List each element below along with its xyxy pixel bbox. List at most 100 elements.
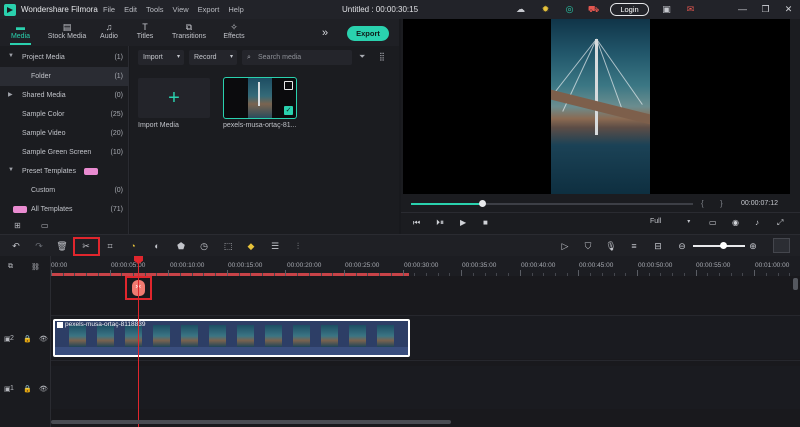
menu-export[interactable]: Export	[198, 5, 220, 14]
eye-icon[interactable]: 👁	[39, 335, 48, 343]
sidebar-item-sample-green-screen[interactable]: Sample Green Screen (10)	[0, 143, 129, 162]
sidebar-item-project-media[interactable]: ▼ Project Media (1)	[0, 48, 129, 67]
marker-icon[interactable]: ⛉	[582, 240, 594, 252]
snapshot-icon[interactable]: ◉	[732, 218, 739, 227]
save-icon[interactable]: ▣	[660, 3, 673, 16]
clip-frame-thumbnail	[237, 325, 254, 347]
play-icon[interactable]: ▶	[460, 218, 466, 227]
tab-stock-media[interactable]: ▤ Stock Media	[43, 19, 91, 46]
ruler-subtick	[707, 273, 709, 276]
speed-icon[interactable]: ◔	[127, 240, 139, 252]
display-icon[interactable]: ▭	[709, 218, 717, 227]
record-dropdown-label: Record	[194, 54, 217, 61]
sidebar-item-preset-templates[interactable]: ▼ Preset Templates	[0, 162, 129, 181]
zoom-slider[interactable]	[693, 245, 745, 247]
ruler-subtick	[508, 273, 510, 276]
voiceover-icon[interactable]: 🎙	[605, 240, 617, 252]
preview-scrubber[interactable]	[411, 200, 693, 207]
video-track-1[interactable]	[51, 366, 800, 409]
timeline-video-clip[interactable]: pexels-musa-ortaç-8118839	[53, 319, 410, 357]
lock-icon[interactable]: 🔒	[23, 335, 32, 343]
adjust-icon[interactable]: ☰	[269, 240, 281, 252]
chevron-down-icon: ▼	[8, 167, 14, 173]
bulb-icon[interactable]: ✹	[539, 3, 552, 16]
track-2-label: 2	[10, 335, 14, 342]
stop-icon[interactable]: ■	[483, 218, 488, 227]
grid-view-icon[interactable]: ⣿	[379, 52, 385, 61]
import-dropdown[interactable]: Import ▾	[138, 50, 184, 65]
sidebar-item-sample-color[interactable]: Sample Color (25)	[0, 105, 129, 124]
mixer-icon[interactable]: ≡	[628, 240, 640, 252]
zoom-slider-handle[interactable]	[720, 242, 727, 249]
new-folder-icon[interactable]: ⊞	[14, 221, 21, 230]
timeline-ruler[interactable]: 00:00 00:00:05:00 00:00:10:00 00:00:15:0…	[51, 256, 800, 276]
tab-audio[interactable]: ♫ Audio	[93, 19, 125, 46]
color-icon[interactable]: ◐	[151, 240, 163, 252]
play-reverse-icon[interactable]: ⏵⏸	[436, 218, 444, 228]
login-button[interactable]: Login	[610, 3, 649, 16]
menu-help[interactable]: Help	[228, 5, 243, 14]
add-track-icon[interactable]: ⧉	[8, 263, 13, 271]
link-icon[interactable]: ⛓	[31, 263, 40, 271]
menu-view[interactable]: View	[173, 5, 189, 14]
close-icon[interactable]: ✕	[782, 3, 795, 16]
search-input[interactable]: ⌕ Search media	[242, 50, 352, 65]
quality-dropdown[interactable]: Full ▾	[650, 218, 690, 225]
subtitle-icon[interactable]: ⊟	[652, 240, 664, 252]
sidebar-item-label: All Templates	[31, 206, 73, 213]
playhead-line[interactable]	[138, 256, 139, 427]
previous-frame-icon[interactable]: ⏮	[413, 218, 420, 228]
mark-out-icon[interactable]: }	[720, 199, 723, 208]
sidebar-item-shared-media[interactable]: ▶ Shared Media (0)	[0, 86, 129, 105]
fit-icon[interactable]: ⬚	[222, 240, 234, 252]
timeline[interactable]: 00:00 00:00:05:00 00:00:10:00 00:00:15:0…	[51, 256, 800, 427]
support-icon[interactable]: ◎	[563, 3, 576, 16]
eye-icon[interactable]: 👁	[39, 385, 48, 393]
timeline-horizontal-scrollbar[interactable]	[51, 420, 451, 424]
redo-icon[interactable]: ↷	[33, 240, 45, 252]
keyframe-icon[interactable]: ◆	[245, 240, 257, 252]
filter-icon[interactable]: ⏷	[359, 52, 365, 62]
zoom-fit-button[interactable]	[773, 238, 790, 253]
duration-icon[interactable]: ◷	[198, 240, 210, 252]
media-clip-thumbnail[interactable]: ✓	[223, 77, 297, 119]
menu-tools[interactable]: Tools	[146, 5, 164, 14]
lock-icon[interactable]: 🔒	[23, 385, 32, 393]
ruler-subtick	[777, 273, 779, 276]
tab-media[interactable]: ▬ Media	[0, 19, 41, 46]
cloud-icon[interactable]: ☁	[514, 3, 527, 16]
sidebar-item-custom[interactable]: Custom (0)	[0, 181, 129, 200]
volume-icon[interactable]: ♪	[755, 218, 759, 227]
sidebar-item-folder[interactable]: Folder (1)	[0, 67, 129, 86]
folder-icon[interactable]: ▭	[41, 221, 49, 230]
tab-effects[interactable]: ✧ Effects	[215, 19, 253, 46]
export-button[interactable]: Export	[347, 26, 389, 41]
undo-icon[interactable]: ↶	[10, 240, 22, 252]
tab-transitions[interactable]: ⧉ Transitions	[165, 19, 213, 46]
fullscreen-icon[interactable]: ⤢	[777, 218, 783, 228]
menu-file[interactable]: File	[103, 5, 115, 14]
cart-icon[interactable]: ⛟	[587, 3, 600, 16]
effects-icon: ✧	[230, 22, 238, 32]
timeline-vertical-scrollbar[interactable]	[793, 278, 798, 290]
mask-icon[interactable]: ⬟	[175, 240, 187, 252]
maximize-icon[interactable]: ❐	[759, 3, 772, 16]
tab-titles[interactable]: T Titles	[127, 19, 163, 46]
record-dropdown[interactable]: Record ▾	[189, 50, 237, 65]
delete-icon[interactable]: 🗑	[56, 240, 68, 252]
minimize-icon[interactable]: —	[736, 3, 749, 16]
audio-mixer-icon[interactable]: ⫶	[292, 240, 304, 252]
sidebar-item-all-templates[interactable]: All Templates (71)	[0, 200, 129, 219]
render-icon[interactable]: ▷	[559, 240, 571, 252]
mark-in-icon[interactable]: {	[701, 199, 704, 208]
more-tabs-chevron-icon[interactable]: »	[322, 27, 328, 39]
zoom-in-icon[interactable]: ⊕	[747, 240, 759, 252]
zoom-out-icon[interactable]: ⊖	[676, 240, 688, 252]
import-media-tile[interactable]: +	[138, 78, 210, 118]
mail-icon[interactable]: ✉	[684, 3, 697, 16]
ruler-subtick	[683, 273, 685, 276]
scrubber-handle[interactable]	[478, 200, 486, 207]
crop-icon[interactable]: ⌗	[104, 240, 116, 252]
sidebar-item-sample-video[interactable]: Sample Video (20)	[0, 124, 129, 143]
menu-edit[interactable]: Edit	[124, 5, 137, 14]
